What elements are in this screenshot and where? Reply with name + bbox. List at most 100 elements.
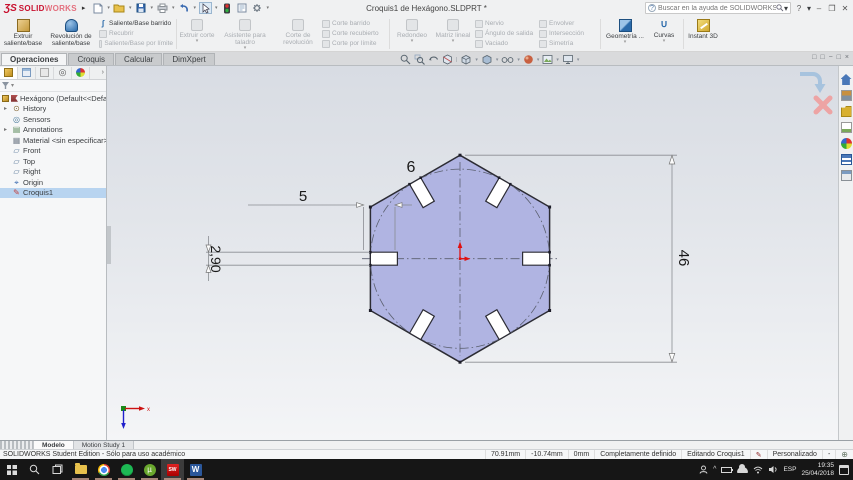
doc-cascade-icon[interactable]: □ [812, 54, 816, 61]
doc-tile-icon[interactable]: □ [820, 54, 824, 61]
save-caret-icon[interactable]: ▾ [150, 5, 153, 11]
apply-scene-icon[interactable] [542, 54, 553, 65]
minimize-button[interactable]: – [814, 4, 824, 13]
view-settings-icon[interactable] [562, 54, 574, 65]
sketch-canvas[interactable]: 46 2,90 5 6 x [107, 66, 838, 440]
model-tab[interactable]: Modelo [34, 441, 74, 449]
print-button[interactable] [156, 2, 169, 14]
linear-pattern-button[interactable]: Matriz lineal ▾ [432, 17, 474, 51]
expand-arrow-icon[interactable]: ▸ [4, 105, 12, 112]
panel-scrollbar-chip[interactable] [107, 226, 111, 264]
wifi-icon[interactable] [753, 466, 763, 474]
tree-filter-bar[interactable]: ▾ [0, 80, 106, 92]
doc-restore-icon[interactable]: □ [837, 54, 841, 61]
lofted-boss-button[interactable]: Recubrir [99, 30, 173, 38]
doc-minimize-icon[interactable]: − [829, 54, 833, 61]
magnifier-icon[interactable] [776, 4, 784, 12]
display-style-caret-icon[interactable]: ▾ [496, 57, 499, 63]
search-input[interactable] [657, 4, 776, 12]
taskbar-clock[interactable]: 19:35 25/04/2018 [801, 462, 834, 477]
slot-left[interactable] [369, 251, 398, 266]
section-view-icon[interactable] [442, 54, 453, 65]
exit-sketch-arrow[interactable] [814, 84, 826, 93]
mirror-button[interactable]: Simetría [539, 40, 597, 48]
hide-show-caret-icon[interactable]: ▾ [517, 57, 520, 63]
word-taskbar-button[interactable]: W [184, 459, 207, 480]
cancel-sketch-icon[interactable] [813, 95, 833, 115]
draft-button[interactable]: Ángulo de salida [475, 30, 537, 38]
volume-icon[interactable] [768, 465, 778, 474]
appearances-scenes-icon[interactable] [840, 138, 852, 149]
open-document-button[interactable] [113, 2, 126, 14]
solidworks-taskbar-button[interactable]: SW [161, 459, 184, 480]
options-caret-icon[interactable]: ▾ [267, 5, 270, 11]
fillet-button[interactable]: Redondeo ▾ [392, 17, 432, 51]
wrap-button[interactable]: Envolver [539, 20, 597, 28]
custom-properties-icon[interactable] [840, 154, 852, 165]
swept-boss-button[interactable]: ʃ Saliente/Base barrido [99, 20, 173, 28]
motion-study-tab[interactable]: Motion Study 1 [73, 441, 135, 449]
help-search-box[interactable]: ? ▾ [644, 2, 791, 14]
display-style-icon[interactable] [481, 54, 493, 65]
apply-scene-caret-icon[interactable]: ▾ [556, 57, 559, 63]
tab-dimxpert[interactable]: DimXpert [163, 53, 215, 65]
file-explorer-icon[interactable] [840, 106, 852, 117]
swept-cut-button[interactable]: Corte barrido [322, 20, 386, 28]
expand-arrow-icon[interactable]: ▸ [4, 126, 12, 133]
configuration-manager-tab[interactable] [36, 66, 54, 79]
extruded-cut-button[interactable]: Extruir corte ▾ [179, 17, 215, 51]
tab-operaciones[interactable]: Operaciones [1, 53, 68, 65]
options-gear-button[interactable] [251, 2, 264, 14]
tree-item-material[interactable]: ▦ Material <sin especificar> [0, 135, 106, 146]
revolved-cut-button[interactable]: Corte de revolución [275, 17, 321, 51]
lofted-cut-button[interactable]: Corte recubierto [322, 30, 386, 38]
boundary-boss-button[interactable]: Saliente/Base por límite [99, 40, 173, 48]
tree-item-part-root[interactable]: Hexágono (Default<<Default> [0, 93, 106, 104]
tree-item-front-plane[interactable]: ▱ Front [0, 146, 106, 157]
feature-manager-tab[interactable] [0, 66, 18, 79]
tab-calcular[interactable]: Calcular [115, 53, 163, 65]
doc-close-icon[interactable]: × [845, 54, 849, 61]
tree-item-right-plane[interactable]: ▱ Right [0, 167, 106, 178]
graphics-area[interactable]: 46 2,90 5 6 x [107, 66, 838, 440]
design-library-icon[interactable] [840, 90, 852, 101]
dim-text-height[interactable]: 46 [675, 250, 692, 267]
dim-text-offset[interactable]: 5 [299, 188, 307, 205]
close-button[interactable]: ✕ [840, 4, 850, 13]
tree-item-origin[interactable]: ⌖ Origin [0, 177, 106, 188]
intersect-button[interactable]: Intersección [539, 30, 597, 38]
display-manager-tab[interactable] [72, 66, 90, 79]
forum-icon[interactable] [840, 170, 852, 181]
solidworks-resources-icon[interactable] [840, 74, 852, 85]
hole-wizard-button[interactable]: Asistente para taladro ▾ [215, 17, 275, 51]
tab-scroll-area[interactable] [0, 441, 34, 449]
select-tool-button[interactable] [199, 2, 212, 14]
start-button[interactable] [0, 459, 23, 480]
dimension-slot-width[interactable] [206, 236, 370, 281]
language-indicator[interactable]: ESP [783, 466, 796, 473]
tree-item-croquis1[interactable]: ✎ Croquis1 [0, 187, 106, 198]
view-orientation-icon[interactable] [460, 54, 472, 65]
pane-more-icon[interactable]: › [102, 69, 106, 76]
zoom-to-fit-icon[interactable] [400, 54, 411, 65]
save-button[interactable] [134, 2, 147, 14]
utorrent-taskbar-button[interactable]: µ [138, 459, 161, 480]
zoom-to-area-icon[interactable] [414, 54, 425, 65]
tree-item-top-plane[interactable]: ▱ Top [0, 156, 106, 167]
help-caret-icon[interactable]: ▾ [807, 4, 811, 13]
edit-appearance-icon[interactable] [523, 54, 534, 65]
restore-button[interactable]: ❐ [827, 4, 837, 13]
curves-button[interactable]: ∪ Curvas ▾ [647, 17, 681, 51]
boundary-cut-button[interactable]: Corte por límite [322, 40, 386, 48]
instant-3d-button[interactable]: Instant 3D [686, 17, 720, 51]
new-caret-icon[interactable]: ▾ [107, 5, 110, 11]
tab-croquis[interactable]: Croquis [68, 53, 115, 65]
dim-text-slot-depth[interactable]: 6 [407, 159, 416, 176]
select-caret-icon[interactable]: ▾ [215, 5, 218, 11]
shell-button[interactable]: Vaciado [475, 40, 537, 48]
reference-geometry-button[interactable]: Geometría ... ▾ [603, 17, 647, 51]
edit-appearance-caret-icon[interactable]: ▾ [537, 57, 540, 63]
help-button[interactable]: ? [794, 4, 804, 13]
new-document-button[interactable] [91, 2, 104, 14]
hide-show-items-icon[interactable] [501, 55, 514, 65]
